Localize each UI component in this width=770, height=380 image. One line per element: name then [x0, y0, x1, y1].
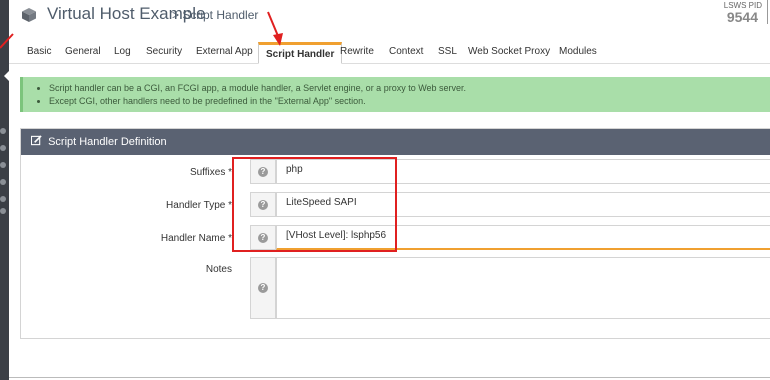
tab-context[interactable]: Context: [389, 46, 423, 57]
sidebar-dot-icon[interactable]: [0, 145, 6, 151]
sidebar-dot-icon[interactable]: [0, 128, 6, 134]
notes-textarea[interactable]: [276, 257, 770, 319]
info-line: Script handler can be a CGI, an FCGI app…: [49, 82, 770, 95]
tab-security[interactable]: Security: [146, 46, 182, 57]
tab-bar: Basic General Log Security External App …: [9, 42, 770, 64]
panel-header: Script Handler Definition: [21, 129, 770, 155]
notes-label: Notes: [205, 264, 232, 275]
sidebar-dot-icon[interactable]: [0, 208, 6, 214]
sidebar-dot-icon[interactable]: [0, 196, 6, 202]
divider: [9, 377, 770, 378]
tab-external-app[interactable]: External App: [196, 46, 253, 57]
tab-basic[interactable]: Basic: [27, 46, 51, 57]
suffixes-label: Suffixes *: [189, 167, 232, 178]
handler-name-label: Handler Name *: [160, 233, 232, 244]
help-button[interactable]: ?: [250, 257, 276, 319]
sidebar-dot-icon[interactable]: [0, 162, 6, 168]
page-header: Virtual Host Example > Script Handler LS…: [9, 0, 770, 34]
sidebar-dot-icon[interactable]: [0, 179, 6, 185]
tab-rewrite[interactable]: Rewrite: [340, 46, 374, 57]
active-indicator: [4, 70, 10, 82]
pid-value: 9544: [726, 9, 758, 25]
tab-script-handler[interactable]: Script Handler: [258, 42, 343, 64]
divider: [767, 0, 768, 24]
breadcrumb: > Script Handler: [172, 8, 259, 22]
tab-web-socket-proxy[interactable]: Web Socket Proxy: [468, 46, 550, 57]
info-alert: Script handler can be a CGI, an FCGI app…: [20, 77, 770, 112]
tab-log[interactable]: Log: [114, 46, 131, 57]
cube-icon: [22, 8, 36, 22]
left-sidebar-strip: [0, 0, 10, 380]
annotation-highlight-box: [232, 157, 397, 252]
tab-modules[interactable]: Modules: [559, 46, 597, 57]
help-icon: ?: [258, 283, 268, 293]
tab-general[interactable]: General: [65, 46, 101, 57]
info-line: Except CGI, other handlers need to be pr…: [49, 95, 770, 108]
tab-ssl[interactable]: SSL: [438, 46, 457, 57]
handler-type-label: Handler Type *: [166, 200, 232, 211]
panel-title: Script Handler Definition: [48, 136, 167, 148]
edit-icon[interactable]: [31, 135, 42, 146]
